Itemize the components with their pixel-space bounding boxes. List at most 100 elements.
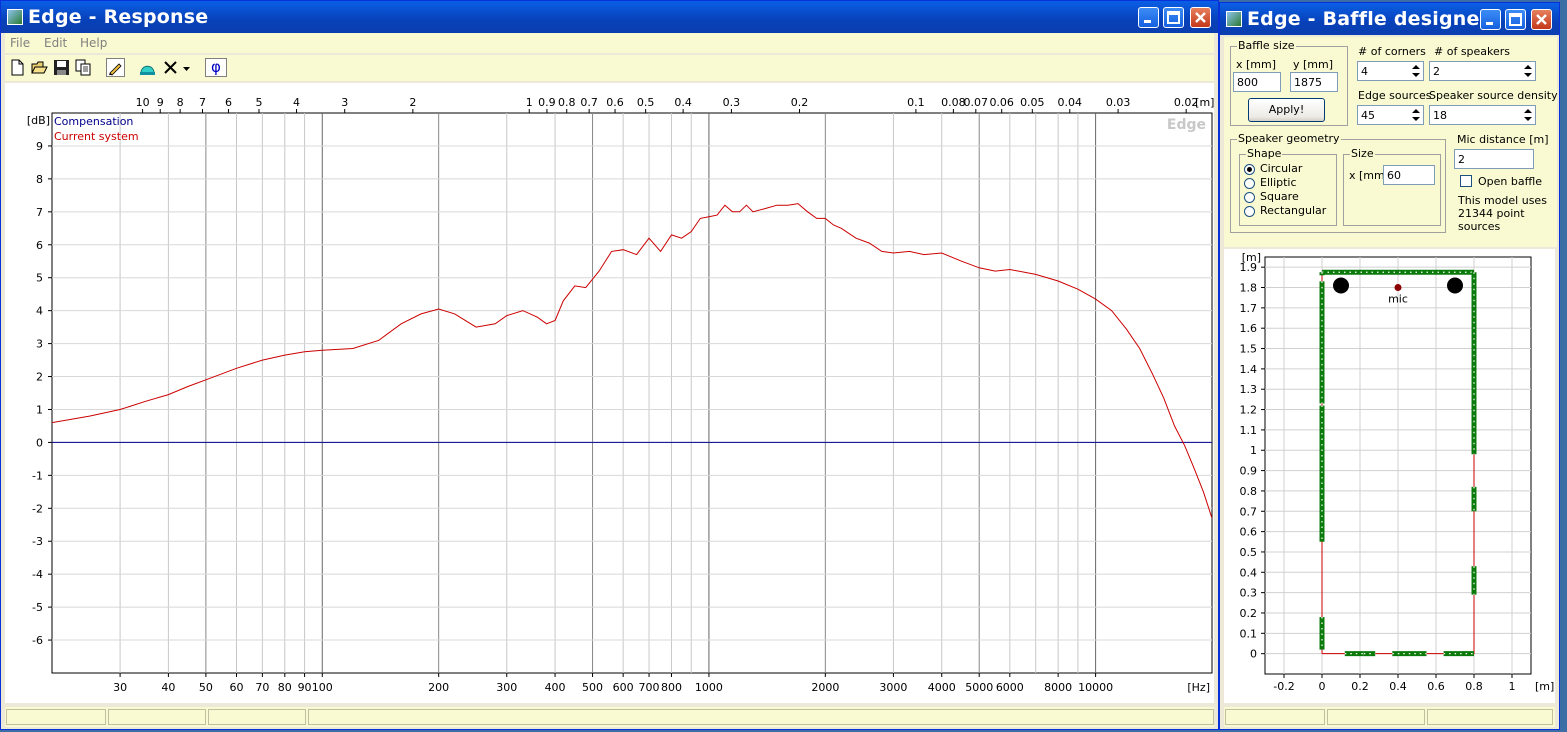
dropdown-arrow-icon[interactable] <box>181 58 193 77</box>
status-cell <box>1327 709 1425 725</box>
minimize-button[interactable] <box>1480 9 1501 30</box>
top-tick-label: 0.05 <box>1020 96 1045 109</box>
phase-phi-icon[interactable]: φ <box>205 58 227 77</box>
open-baffle-checkbox[interactable] <box>1460 175 1472 187</box>
open-baffle-label[interactable]: Open baffle <box>1478 175 1542 188</box>
y-tick-label: 0 <box>1250 648 1257 661</box>
edge-sources-value: 45 <box>1361 109 1375 122</box>
watermark-text: Edge <box>1167 117 1206 133</box>
top-tick-label: 0.07 <box>964 96 989 109</box>
menu-edit[interactable]: Edit <box>44 36 67 50</box>
x-tick-label: 0 <box>1319 680 1326 693</box>
frequency-response-chart: 9876543210-1-2-3-4-5-630 40 50 60 70 80 90 100 2… <box>27 96 1215 694</box>
maximize-button[interactable] <box>1163 7 1184 28</box>
baffle-x-input[interactable]: 800 <box>1233 72 1281 92</box>
speaker-marker <box>1333 277 1349 294</box>
x-tick-label: 2000 <box>811 681 839 694</box>
y-tick-label: 1.4 <box>1240 363 1258 376</box>
speakers-value: 2 <box>1433 65 1440 78</box>
baffle-y-input[interactable]: 1875 <box>1290 72 1338 92</box>
y-tick-label: 0 <box>36 436 43 449</box>
response-titlebar[interactable]: Edge - Response <box>1 1 1218 33</box>
top-tick-label: 0.08 <box>941 96 966 109</box>
top-tick-label: 0.03 <box>1106 96 1131 109</box>
pencil-icon[interactable] <box>106 58 125 77</box>
y-tick-label: 1.3 <box>1240 383 1258 396</box>
y-tick-label: 1 <box>1250 444 1257 457</box>
phase-label: φ <box>211 58 221 76</box>
baffle-titlebar[interactable]: Edge - Baffle designer <box>1220 3 1559 35</box>
top-tick-label: 10 <box>136 96 150 109</box>
shape-square-radio[interactable] <box>1244 192 1255 203</box>
x-tick-label: 6000 <box>996 681 1024 694</box>
apply-label: Apply! <box>1268 103 1305 116</box>
x-tick-label: 0.2 <box>1351 680 1369 693</box>
corners-label: # of corners <box>1358 45 1426 58</box>
top-axis-unit: [m] <box>1195 96 1214 109</box>
menu-help[interactable]: Help <box>80 36 107 50</box>
apply-button[interactable]: Apply! <box>1248 98 1325 122</box>
copy-icon[interactable] <box>74 58 93 77</box>
app-icon <box>1226 11 1242 27</box>
top-tick-label: 0.04 <box>1058 96 1083 109</box>
speaker-geometry-caption: Speaker geometry <box>1237 132 1341 145</box>
y-tick-label: 7 <box>36 206 43 219</box>
shape-elliptic-radio[interactable] <box>1244 178 1255 189</box>
top-tick-label: 0.2 <box>791 96 809 109</box>
top-tick-label: 4 <box>293 96 300 109</box>
close-button[interactable] <box>1190 7 1211 28</box>
x-tick-label: 30 <box>113 681 127 694</box>
mic-distance-input[interactable]: 2 <box>1454 149 1534 169</box>
x-tick-label: 700 <box>639 681 660 694</box>
baffle-layout-chart: -0.2 0 0.2 0.4 0.6 0.8 1 [m]1.91.81.71.61.51.41… <box>1240 251 1555 693</box>
x-tick-label: 0.8 <box>1465 680 1483 693</box>
spinner-arrows-icon[interactable] <box>1522 107 1534 123</box>
size-x-input[interactable]: 60 <box>1383 165 1435 185</box>
edge-sources-spinner[interactable]: 45 <box>1357 105 1424 125</box>
x-tick-label: 200 <box>428 681 449 694</box>
delete-x-icon[interactable] <box>161 58 180 77</box>
x-tick-label: 3000 <box>879 681 907 694</box>
menu-file[interactable]: File <box>10 36 30 50</box>
shape-square-label[interactable]: Square <box>1260 190 1299 203</box>
y-tick-label: 0.4 <box>1240 566 1258 579</box>
spinner-arrows-icon[interactable] <box>1410 63 1422 79</box>
close-icon <box>1195 12 1206 23</box>
top-tick-label: 0.06 <box>989 96 1014 109</box>
shape-circular-radio[interactable] <box>1244 164 1255 175</box>
save-disk-icon[interactable] <box>52 58 71 77</box>
x-tick-label: 1 <box>1509 680 1516 693</box>
y-tick-label: -6 <box>32 634 43 647</box>
x-tick-label: 100 <box>312 681 333 694</box>
close-button[interactable] <box>1531 9 1552 30</box>
spinner-arrows-icon[interactable] <box>1410 107 1422 123</box>
minimize-button[interactable] <box>1138 7 1159 28</box>
shape-rectangular-label[interactable]: Rectangular <box>1260 204 1326 217</box>
y-tick-label: 0.8 <box>1240 485 1258 498</box>
maximize-button[interactable] <box>1505 9 1526 30</box>
y-tick-label: 0.3 <box>1240 587 1258 600</box>
size-caption: Size <box>1350 147 1375 160</box>
speaker-density-spinner[interactable]: 18 <box>1429 105 1536 125</box>
speakers-spinner[interactable]: 2 <box>1429 61 1536 81</box>
y-tick-label: 2 <box>36 371 43 384</box>
shape-elliptic-label[interactable]: Elliptic <box>1260 176 1297 189</box>
legend-entry: Current system <box>54 130 139 143</box>
corners-spinner[interactable]: 4 <box>1357 61 1424 81</box>
spinner-arrows-icon[interactable] <box>1522 63 1534 79</box>
top-tick-label: 3 <box>341 96 348 109</box>
x-tick-label: 1000 <box>695 681 723 694</box>
shape-circular-label[interactable]: Circular <box>1260 162 1302 175</box>
shape-rectangular-radio[interactable] <box>1244 206 1255 217</box>
legend-entry: Compensation <box>54 115 133 128</box>
x-tick-label: 70 <box>255 681 269 694</box>
response-window-title: Edge - Response <box>28 6 209 28</box>
open-folder-icon[interactable] <box>30 58 49 77</box>
size-group: Size x [mm] 60 <box>1343 147 1441 226</box>
model-info-line-1: This model uses <box>1458 194 1547 207</box>
status-cell <box>1427 709 1553 725</box>
y-tick-label: 1.6 <box>1240 322 1258 335</box>
top-tick-label: 1 <box>526 96 533 109</box>
new-file-icon[interactable] <box>8 58 27 77</box>
speaker-icon[interactable] <box>138 58 157 77</box>
